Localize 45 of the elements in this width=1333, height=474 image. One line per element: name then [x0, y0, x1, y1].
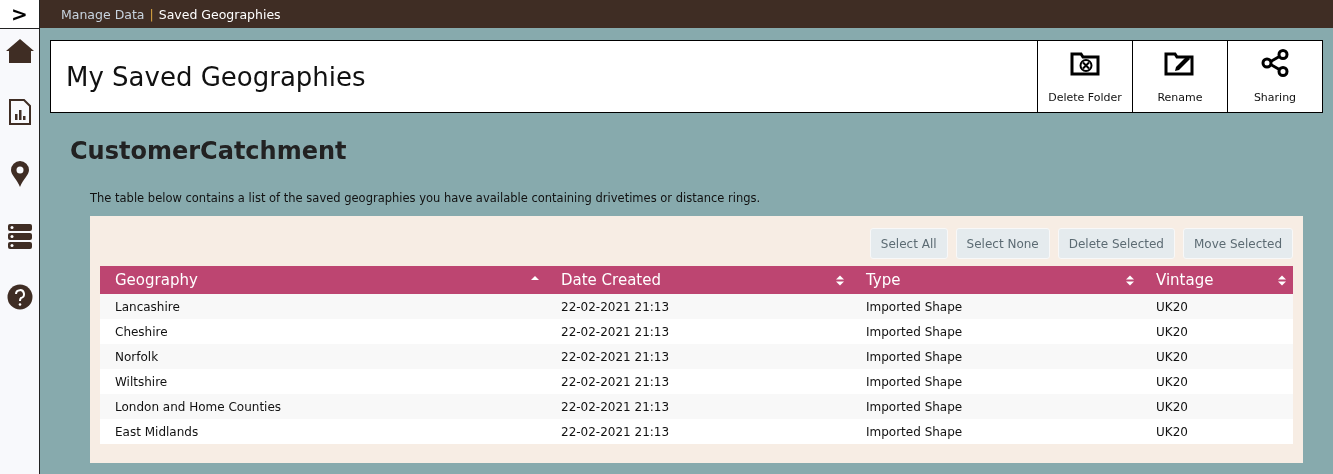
table-cell: East Midlands [115, 424, 199, 439]
table-cell: Imported Shape [866, 324, 963, 339]
table-cell: Wiltshire [115, 374, 168, 389]
table-cell: 22-02-2021 21:13 [561, 424, 670, 439]
breadcrumb-link[interactable]: Manage Data [61, 6, 145, 22]
table-cell: Imported Shape [866, 374, 963, 389]
table-cell: Norfolk [115, 349, 159, 364]
table-cell: Cheshire [115, 324, 168, 339]
table-cell: Imported Shape [866, 399, 963, 414]
location-pin-icon[interactable] [9, 160, 30, 188]
table-cell: UK20 [1156, 374, 1188, 389]
column-header[interactable]: Date Created [546, 266, 851, 294]
expand-button[interactable]: > [0, 0, 39, 29]
report-icon[interactable] [8, 99, 31, 125]
table-cell: Imported Shape [866, 299, 963, 314]
column-header[interactable]: Geography [100, 266, 546, 294]
table-cell: 22-02-2021 21:13 [561, 299, 670, 314]
table-cell: Imported Shape [866, 424, 963, 439]
list-icon[interactable] [6, 223, 33, 249]
action-button[interactable]: Select All [869, 228, 948, 259]
table-cell: 22-02-2021 21:13 [561, 399, 670, 414]
action-button[interactable]: Move Selected [1183, 228, 1293, 259]
home-icon[interactable] [4, 38, 35, 64]
description-text: The table below contains a list of the saved geographies you have available containing drivetimes or distance rings. [90, 191, 762, 205]
table-cell: Imported Shape [866, 349, 963, 364]
table-cell: UK20 [1156, 349, 1188, 364]
folder-title: CustomerCatchment [70, 137, 348, 165]
action-button[interactable]: Delete Selected [1057, 228, 1175, 259]
breadcrumb-separator: | [149, 6, 154, 22]
table-cell: UK20 [1156, 399, 1188, 414]
table-cell: UK20 [1156, 299, 1188, 314]
share-icon [1260, 49, 1290, 77]
table-cell: UK20 [1156, 424, 1188, 439]
table-cell: 22-02-2021 21:13 [561, 349, 670, 364]
table-cell: 22-02-2021 21:13 [561, 324, 670, 339]
action-button[interactable]: Select None [955, 228, 1050, 259]
page-title: My Saved Geographies [65, 60, 367, 94]
breadcrumb-current: Saved Geographies [158, 6, 281, 22]
table-cell: 22-02-2021 21:13 [561, 374, 670, 389]
table-cell: UK20 [1156, 324, 1188, 339]
table-cell: Lancashire [115, 299, 180, 314]
column-header[interactable]: Type [851, 266, 1141, 294]
table-cell: London and Home Counties [115, 399, 282, 414]
column-header[interactable]: Vintage [1141, 266, 1293, 294]
help-icon[interactable] [6, 284, 33, 310]
